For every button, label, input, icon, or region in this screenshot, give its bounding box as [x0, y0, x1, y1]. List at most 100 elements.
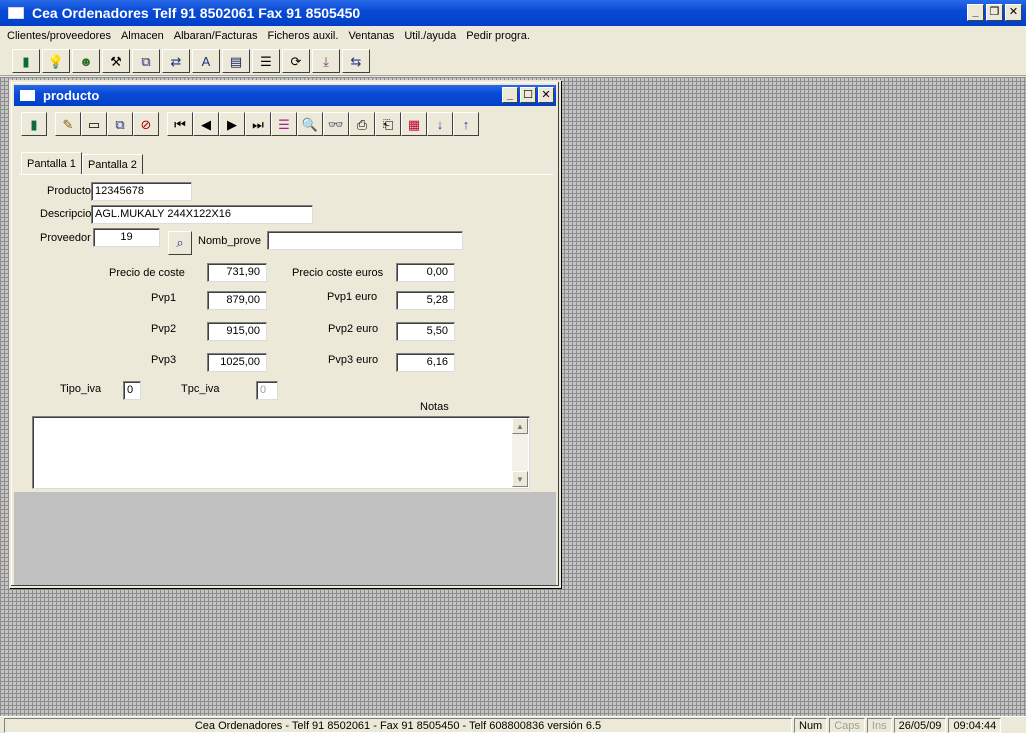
main-tb-btn-9[interactable]: ⟳ — [282, 49, 310, 73]
main-tb-btn-3[interactable]: ⚒ — [102, 49, 130, 73]
menu-ventanas[interactable]: Ventanas — [343, 30, 399, 42]
producto-toolbar: ▮ ✎ ▭ ⧉ ⊘ ⏮ ◀ ▶ ⏭ ☰ 🔍 👓 ⎙ ⎗ ▦ ↓ ↑ — [21, 112, 479, 136]
app-title-bar[interactable]: Cea Ordenadores Telf 91 8502061 Fax 91 8… — [0, 0, 1026, 26]
producto-field[interactable]: 12345678 — [91, 182, 192, 201]
proveedor-field[interactable]: 19 — [93, 228, 160, 247]
pvp2-euro-field[interactable]: 5,50 — [396, 322, 455, 341]
print-setup-button[interactable]: ⎗ — [375, 112, 401, 136]
main-tb-btn-4[interactable]: ⧉ — [132, 49, 160, 73]
list-view-button[interactable]: ☰ — [271, 112, 297, 136]
previous-record-button[interactable]: ◀ — [193, 112, 219, 136]
app-window-icon[interactable] — [8, 7, 24, 19]
main-tb-btn-5[interactable]: ⇄ — [162, 49, 190, 73]
next-record-icon: ▶ — [227, 116, 237, 132]
proveedor-search-button[interactable]: ⌕ — [168, 231, 192, 255]
scroll-up-arrow-icon[interactable]: ▲ — [512, 418, 528, 434]
notas-scrollbar[interactable]: ▲ ▼ — [512, 418, 528, 487]
descripcion-label: Descripcio — [40, 208, 92, 220]
descripcion-field[interactable]: AGL.MUKALY 244X122X16 — [91, 205, 313, 224]
scroll-down-arrow-icon[interactable]: ▼ — [512, 471, 528, 487]
precio-coste-euros-field[interactable]: 0,00 — [396, 263, 455, 282]
menu-ficheros-auxil[interactable]: Ficheros auxil. — [263, 30, 344, 42]
main-tb-btn-8[interactable]: ☰ — [252, 49, 280, 73]
tipo-iva-label: Tipo_iva — [60, 383, 102, 395]
main-tb-btn-1[interactable]: 💡 — [42, 49, 70, 73]
pvp2-field[interactable]: 915,00 — [207, 322, 267, 341]
print-button[interactable]: ⎙ — [349, 112, 375, 136]
pvp3-euro-field[interactable]: 6,16 — [396, 353, 455, 372]
tab-strip: Pantalla 1 Pantalla 2 — [21, 152, 143, 174]
tpc-iva-label: Tpc_iva — [181, 383, 220, 395]
print-icon: ⎙ — [356, 116, 368, 132]
pvp3-field[interactable]: 1025,00 — [207, 353, 267, 372]
refresh-document-icon: ⟳ — [290, 53, 302, 69]
document-export-icon: ⤓ — [323, 53, 329, 69]
tab-pantalla-1[interactable]: Pantalla 1 — [21, 152, 82, 174]
search-button[interactable]: 👓 — [323, 112, 349, 136]
pvp2-label: Pvp2 — [151, 323, 177, 335]
producto-maximize-button[interactable]: ☐ — [520, 87, 536, 103]
duplicate-icon: ⧉ — [115, 116, 125, 132]
menu-almacen[interactable]: Almacen — [116, 30, 169, 42]
app-window-controls: _ ❐ ✕ — [967, 4, 1022, 21]
first-record-icon: ⏮ — [174, 116, 186, 132]
nomb-prove-field[interactable] — [267, 231, 463, 250]
nomb-prove-label: Nomb_prove — [198, 235, 261, 247]
next-record-button[interactable]: ▶ — [219, 112, 245, 136]
app-close-button[interactable]: ✕ — [1005, 4, 1022, 21]
producto-minimize-button[interactable]: _ — [502, 87, 518, 103]
pvp1-field[interactable]: 879,00 — [207, 291, 267, 310]
status-ins: Ins — [866, 718, 892, 733]
edit-button[interactable]: ✎ — [55, 112, 81, 136]
exit-door-icon: ▮ — [22, 53, 30, 69]
sort-ascending-button[interactable]: ↓ — [427, 112, 453, 136]
first-record-button[interactable]: ⏮ — [167, 112, 193, 136]
menu-albaran-facturas[interactable]: Albaran/Facturas — [169, 30, 263, 42]
app-restore-button[interactable]: ❐ — [986, 4, 1003, 21]
status-time: 09:04:44 — [948, 718, 1002, 733]
tab-pantalla-2[interactable]: Pantalla 2 — [81, 154, 143, 174]
duplicate-button[interactable]: ⧉ — [107, 112, 133, 136]
menu-bar: Clientes/proveedores Almacen Albaran/Fac… — [0, 26, 1026, 45]
main-tb-btn-11[interactable]: ⇆ — [342, 49, 370, 73]
producto-close-button[interactable]: ✕ — [538, 87, 554, 103]
pvp2-euro-label: Pvp2 euro — [328, 323, 379, 335]
app-minimize-button[interactable]: _ — [967, 4, 984, 21]
status-bar: Cea Ordenadores - Telf 91 8502061 - Fax … — [0, 716, 1026, 733]
producto-window-icon[interactable] — [20, 90, 35, 101]
menu-util-ayuda[interactable]: Util./ayuda — [399, 30, 461, 42]
lightbulb-icon: 💡 — [47, 53, 65, 69]
menu-clientes-proveedores[interactable]: Clientes/proveedores — [2, 30, 116, 42]
notas-textarea[interactable]: ▲ ▼ — [32, 416, 530, 489]
sort-descending-icon: ↑ — [462, 116, 470, 132]
edit-pencil-icon: ✎ — [62, 116, 74, 132]
precio-coste-label: Precio de coste — [109, 267, 185, 279]
menu-pedir-progra[interactable]: Pedir progra. — [461, 30, 535, 42]
agent-face-icon: ☻ — [79, 53, 93, 69]
main-tb-btn-7[interactable]: ▤ — [222, 49, 250, 73]
proveedor-label: Proveedor — [40, 232, 91, 244]
main-tb-btn-10[interactable]: ⤓ — [312, 49, 340, 73]
pvp1-euro-field[interactable]: 5,28 — [396, 291, 455, 310]
last-record-icon: ⏭ — [252, 116, 264, 132]
exit-button[interactable]: ▮ — [21, 112, 47, 136]
last-record-button[interactable]: ⏭ — [245, 112, 271, 136]
delete-button[interactable]: ⊘ — [133, 112, 159, 136]
document-list-icon: ☰ — [260, 53, 272, 69]
previous-record-icon: ◀ — [201, 116, 211, 132]
main-tb-btn-2[interactable]: ☻ — [72, 49, 100, 73]
main-tb-btn-6[interactable]: A — [192, 49, 220, 73]
sort-descending-button[interactable]: ↑ — [453, 112, 479, 136]
new-button[interactable]: ▭ — [81, 112, 107, 136]
tipo-iva-field[interactable]: 0 — [123, 381, 141, 400]
copy-windows-icon: ⧉ — [141, 53, 151, 69]
preview-button[interactable]: 🔍 — [297, 112, 323, 136]
pvp3-label: Pvp3 — [151, 354, 177, 366]
main-tb-btn-0[interactable]: ▮ — [12, 49, 40, 73]
producto-window-controls: _ ☐ ✕ — [502, 87, 554, 103]
pvp1-label: Pvp1 — [151, 292, 177, 304]
grid-button[interactable]: ▦ — [401, 112, 427, 136]
producto-title-bar[interactable]: producto _ ☐ ✕ — [14, 85, 556, 106]
precio-coste-field[interactable]: 731,90 — [207, 263, 267, 282]
preview-icon: 🔍 — [301, 116, 319, 132]
